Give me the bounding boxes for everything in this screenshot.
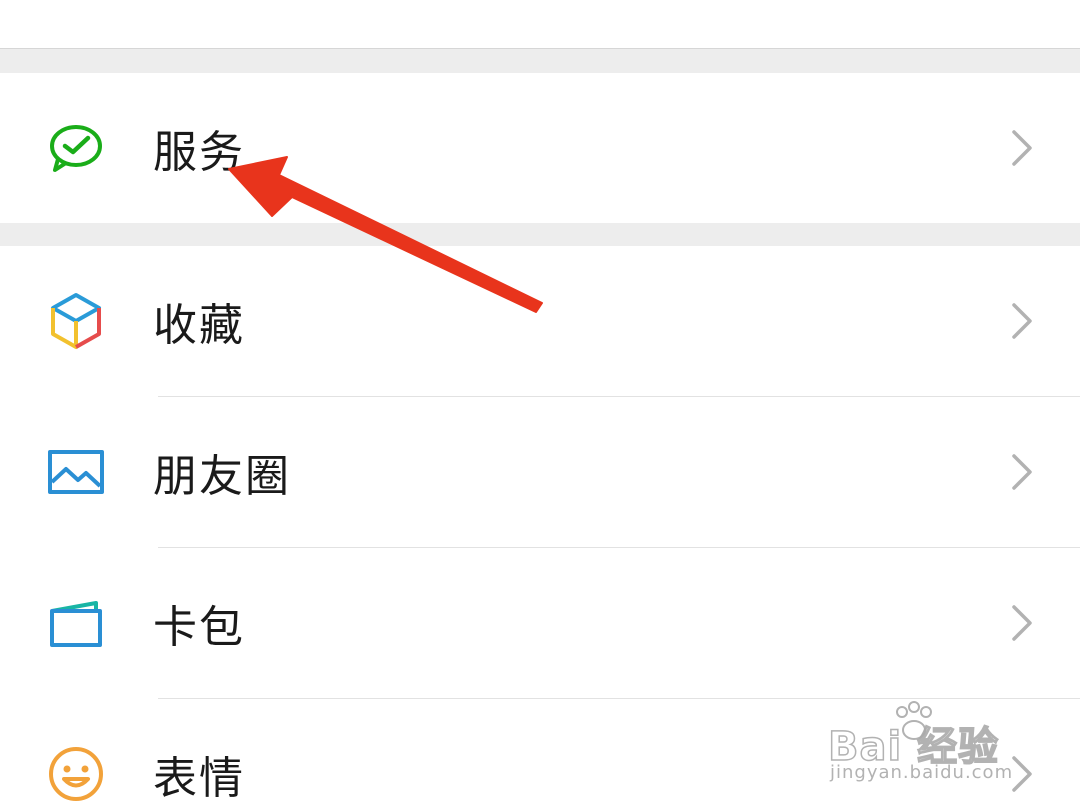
menu-item-label: 表情	[153, 753, 245, 804]
chevron-right-icon	[1006, 301, 1036, 341]
wechat-me-screen: 服务 收藏 朋友圈 卡包 表情 Bai 经验 jingyan.baidu.com	[0, 0, 1080, 810]
menu-item-label: 朋友圈	[153, 451, 291, 502]
menu-item-moments[interactable]: 朋友圈	[0, 397, 1080, 547]
menu-item-services[interactable]: 服务	[0, 73, 1080, 223]
menu-item-card-wallet[interactable]: 卡包	[0, 548, 1080, 698]
baidu-jingyan-watermark: Bai 经验 jingyan.baidu.com	[827, 700, 1068, 800]
card-wallet-icon	[44, 591, 108, 655]
menu-group-services: 服务	[0, 73, 1080, 223]
menu-item-label: 收藏	[153, 300, 245, 351]
chevron-right-icon	[1006, 128, 1036, 168]
top-section	[0, 0, 1080, 49]
menu-item-favorites[interactable]: 收藏	[0, 246, 1080, 396]
watermark-url: jingyan.baidu.com	[830, 762, 1014, 783]
smiley-face-icon	[44, 742, 108, 806]
chevron-right-icon	[1006, 452, 1036, 492]
wechat-pay-icon	[44, 116, 108, 180]
chevron-right-icon	[1006, 603, 1036, 643]
favorites-cube-icon	[44, 289, 108, 353]
menu-item-label: 卡包	[153, 602, 245, 653]
menu-item-label: 服务	[153, 127, 245, 178]
moments-picture-icon	[44, 440, 108, 504]
paw-icon	[896, 701, 932, 740]
